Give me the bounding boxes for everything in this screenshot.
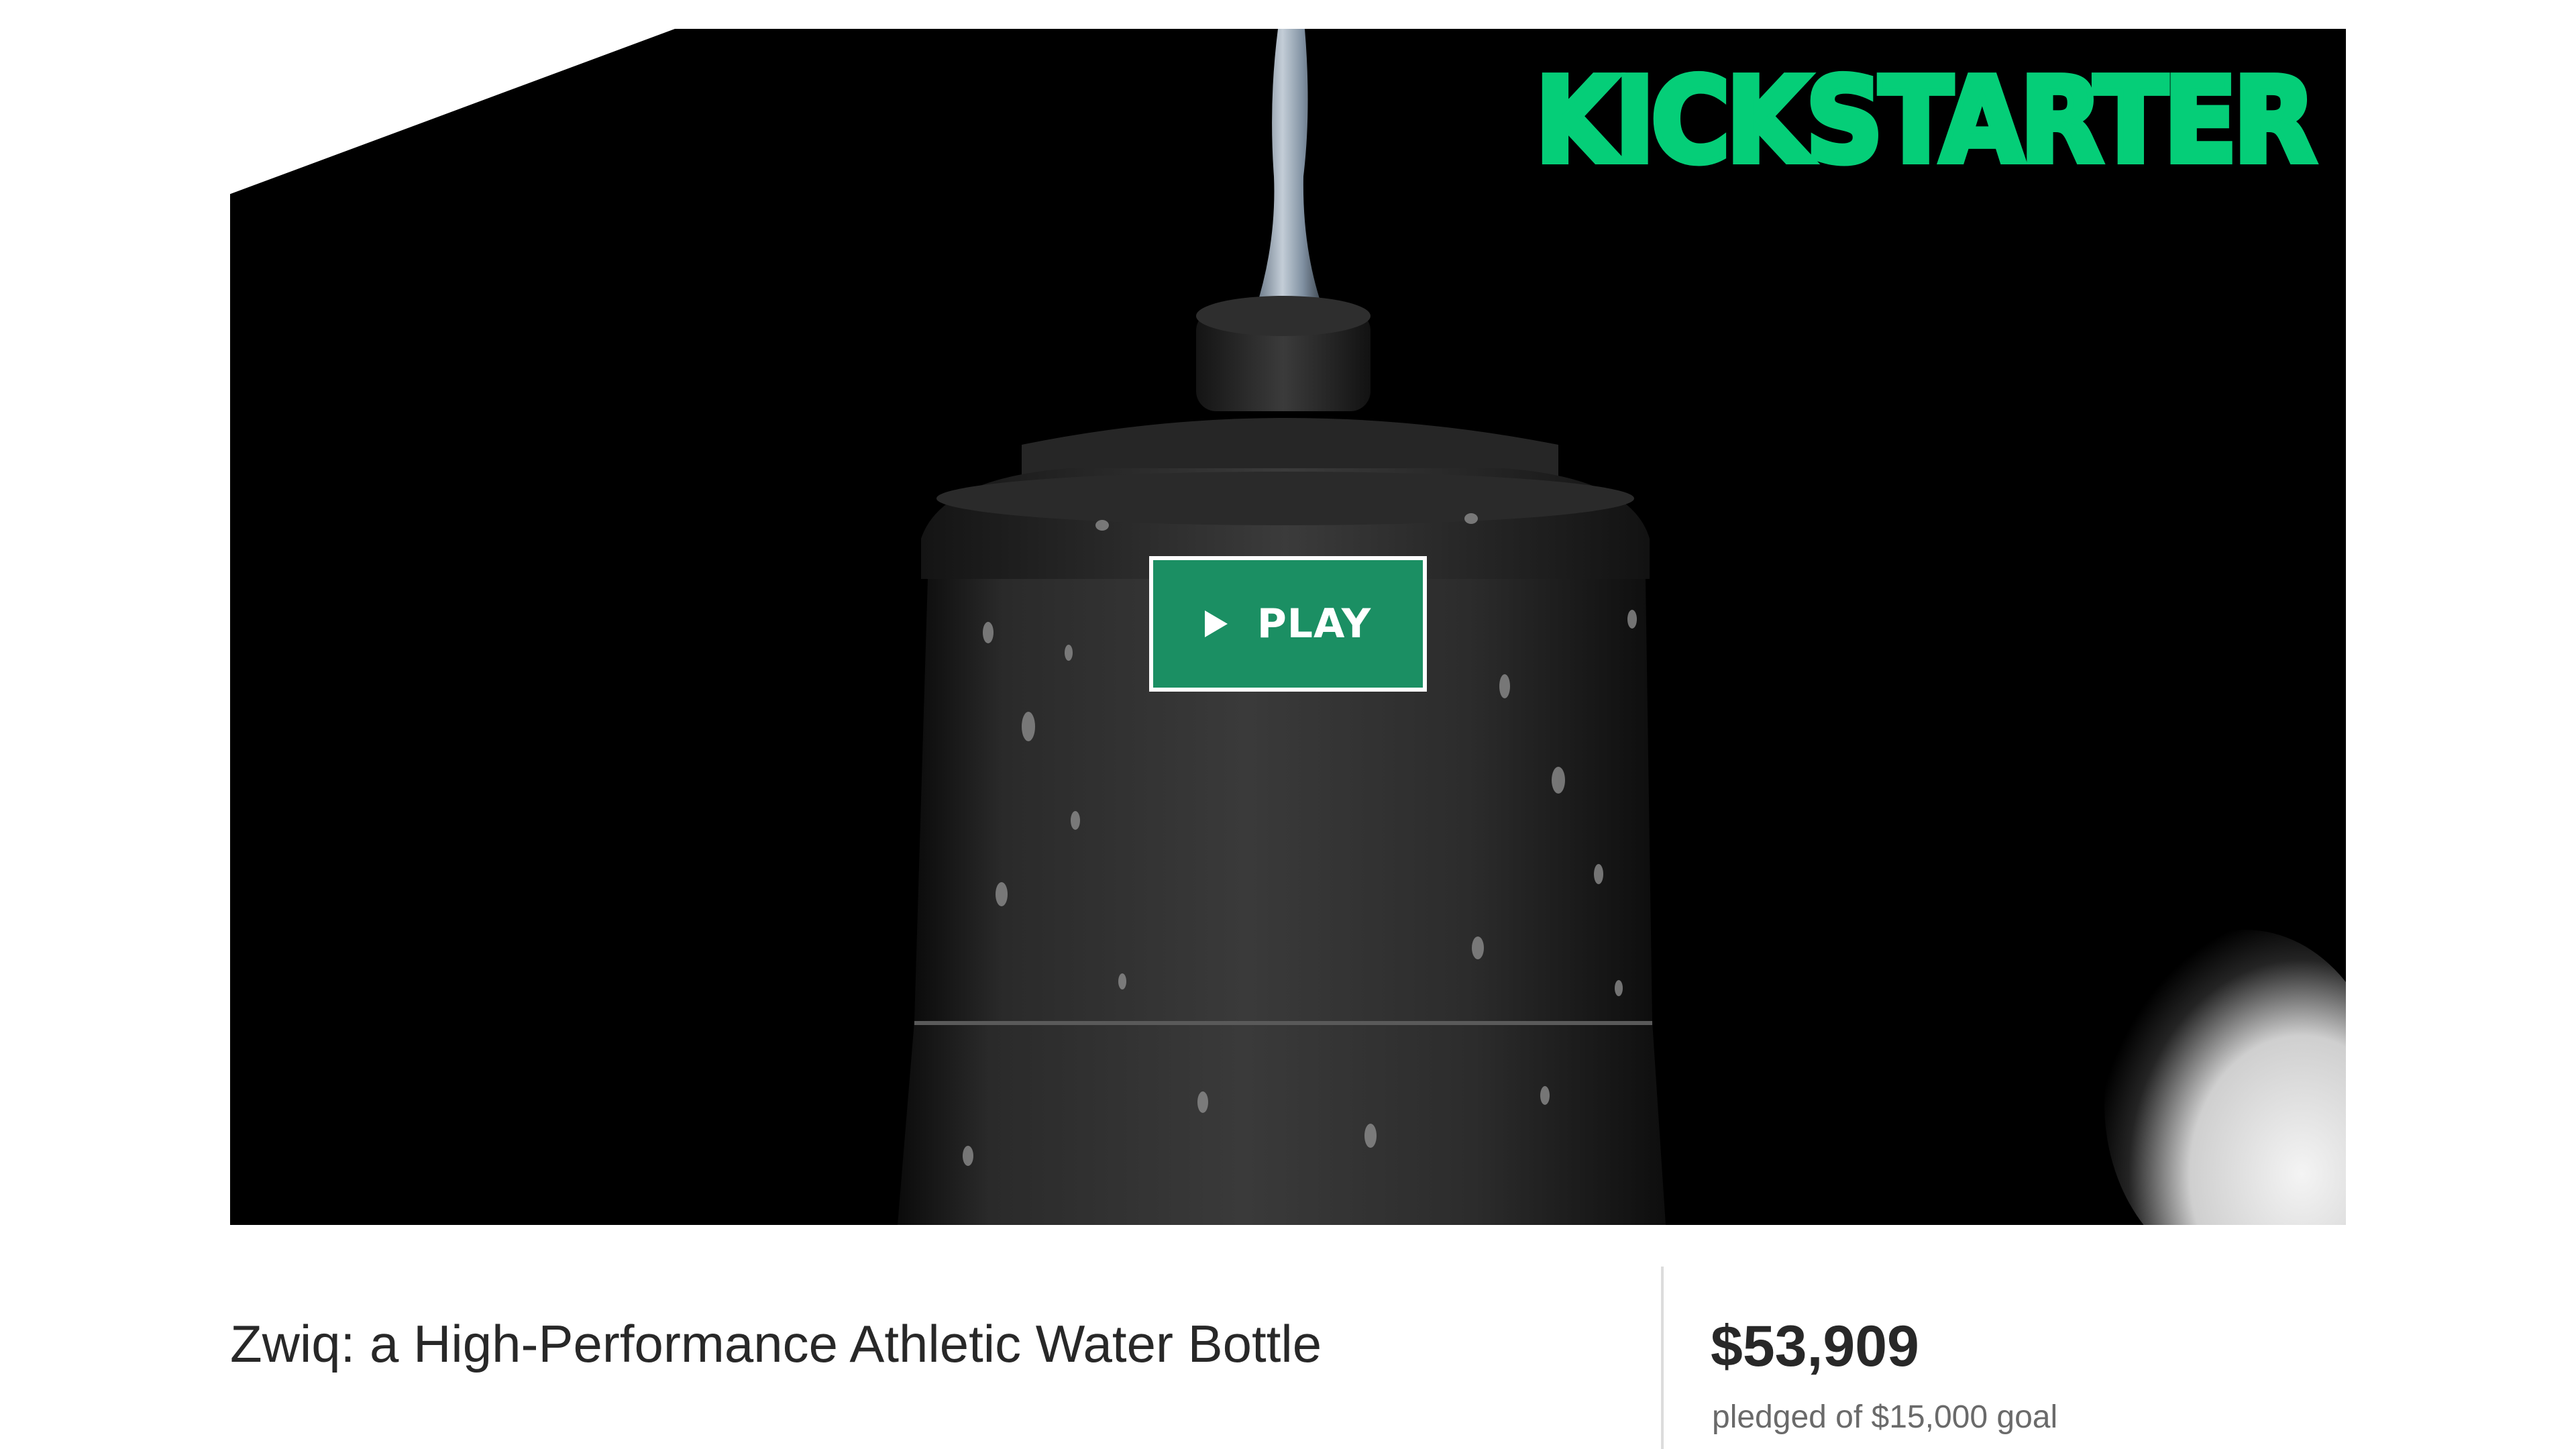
project-title: Zwiq: a High-Performance Athletic Water …	[230, 1314, 1322, 1373]
funding-goal: pledged of $15,000 goal	[1712, 1399, 2058, 1435]
play-button-label: PLAY	[1256, 600, 1372, 647]
project-video[interactable]: KICKSTARTER PLAY	[230, 29, 2346, 1225]
play-button[interactable]: PLAY	[1149, 556, 1427, 692]
pledged-amount: $53,909	[1711, 1314, 1919, 1379]
play-icon	[1204, 610, 1228, 637]
info-divider	[1661, 1267, 1664, 1449]
kickstarter-logo: KICKSTARTER	[1532, 53, 2319, 189]
project-page: KICKSTARTER PLAY Zwiq: a High-Performanc…	[0, 0, 2576, 1449]
